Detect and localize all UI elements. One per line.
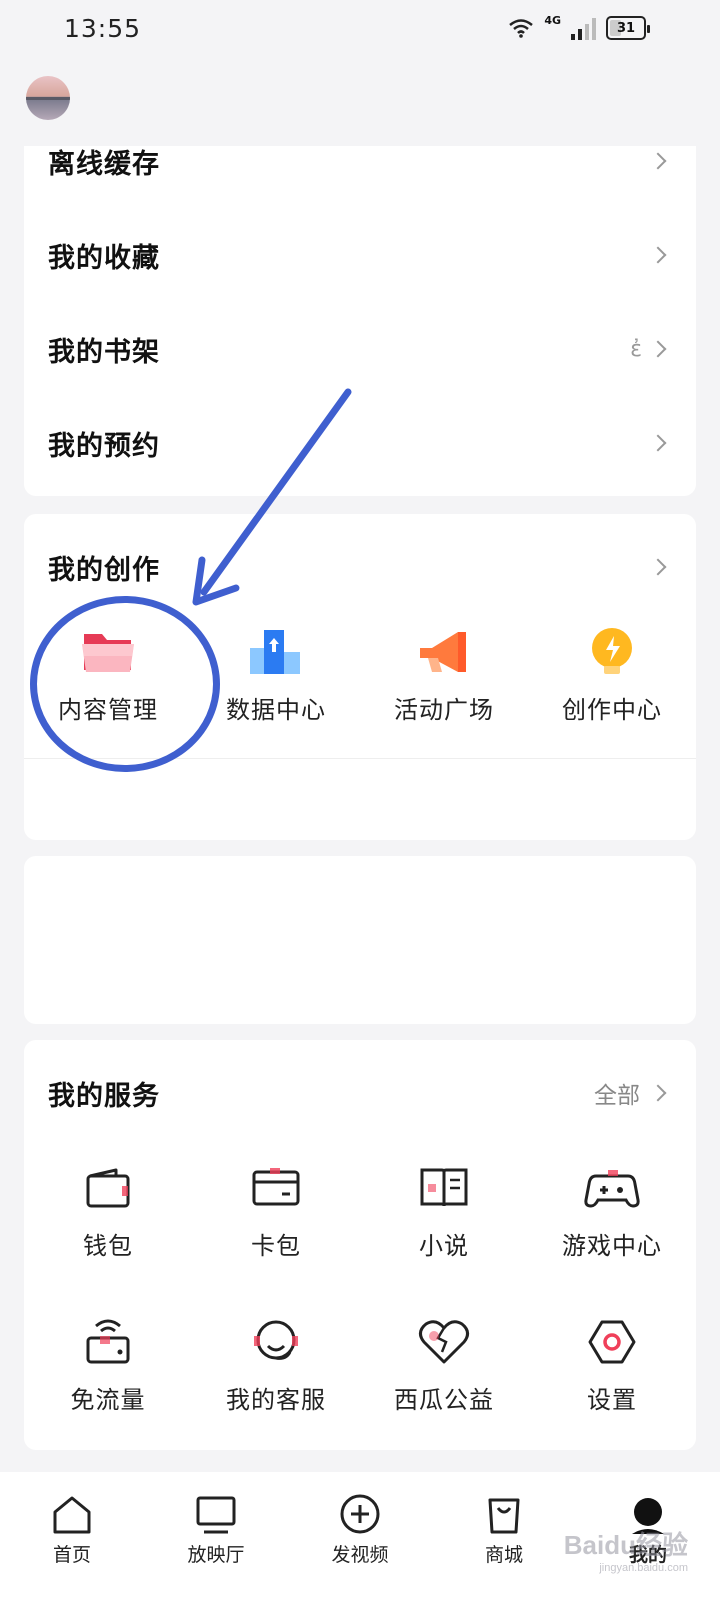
- grid-item-label: 小说: [419, 1232, 469, 1260]
- status-bar: 13:55 4G 31: [0, 0, 720, 56]
- shopping-bag-icon: [488, 1498, 520, 1534]
- services-grid-row-1: 钱包 卡包 小说 游戏中心: [24, 1158, 696, 1261]
- tab-label: 放映厅: [187, 1544, 245, 1566]
- service-item-card-pack[interactable]: 卡包: [192, 1158, 360, 1261]
- tab-label: 首页: [52, 1544, 91, 1566]
- network-type: 4G: [544, 14, 561, 27]
- chevron-right-icon: [649, 152, 667, 170]
- menu-item-extra: ἐ: [630, 336, 642, 362]
- grid-item-label: 免流量: [70, 1386, 146, 1414]
- plus-circle-icon: [340, 1494, 380, 1534]
- tab-post-video[interactable]: 发视频: [288, 1492, 432, 1567]
- chevron-right-icon: [649, 340, 667, 358]
- grid-item-label: 西瓜公益: [394, 1386, 494, 1414]
- service-item-wallet[interactable]: 钱包: [24, 1158, 192, 1261]
- card-icon: [252, 1168, 300, 1206]
- tab-label: 商城: [484, 1544, 523, 1566]
- battery-icon: 31: [606, 16, 650, 40]
- grid-item-label: 数据中心: [226, 696, 326, 724]
- service-item-settings[interactable]: 设置: [528, 1312, 696, 1415]
- book-icon: [420, 1168, 468, 1207]
- services-card: 我的服务 全部 钱包 卡包 小说 游戏中心 免流量 我的客服 西瓜公益 设置: [24, 1040, 696, 1450]
- chevron-right-icon: [649, 246, 667, 264]
- menu-item-bookshelf[interactable]: 我的书架 ἐ: [24, 302, 696, 396]
- services-more-link[interactable]: 全部: [594, 1076, 640, 1110]
- megaphone-icon: [420, 632, 466, 672]
- grid-item-label: 游戏中心: [562, 1232, 662, 1260]
- menu-item-label: 我的书架: [48, 336, 160, 368]
- menu-list-card: 离线缓存 我的收藏 我的书架 ἐ 我的预约: [24, 146, 696, 496]
- free-data-icon: [86, 1319, 130, 1364]
- annotation-circle: [30, 596, 220, 772]
- service-item-novel[interactable]: 小说: [360, 1158, 528, 1261]
- home-icon: [53, 1496, 91, 1534]
- grid-item-label: 设置: [587, 1386, 637, 1414]
- grid-item-label: 活动广场: [394, 696, 494, 724]
- service-item-free-data[interactable]: 免流量: [24, 1312, 192, 1415]
- watermark-logo: Baidu经验 jingyan.baidu.com: [564, 1525, 688, 1574]
- creation-item-activity-plaza[interactable]: 活动广场: [360, 622, 528, 725]
- grid-item-label: 钱包: [83, 1232, 133, 1260]
- grid-item-label: 创作中心: [562, 696, 662, 724]
- signal-icon: [571, 16, 596, 40]
- data-chart-icon: [250, 630, 300, 674]
- grid-item-label: 我的客服: [226, 1386, 326, 1414]
- chevron-right-icon: [649, 434, 667, 452]
- creation-item-creator-center[interactable]: 创作中心: [528, 622, 696, 725]
- section-title: 我的服务: [48, 1080, 160, 1112]
- menu-item-label: 我的收藏: [48, 242, 160, 274]
- chevron-right-icon[interactable]: [649, 1084, 667, 1102]
- menu-item-reservations[interactable]: 我的预约: [24, 396, 696, 490]
- menu-item-label: 离线缓存: [48, 148, 160, 180]
- menu-item-label: 我的预约: [48, 430, 160, 462]
- section-title: 我的创作: [48, 554, 160, 586]
- banner-card: [24, 856, 696, 1024]
- status-time: 13:55: [64, 13, 142, 43]
- service-item-game-center[interactable]: 游戏中心: [528, 1158, 696, 1261]
- tab-label: 发视频: [331, 1544, 389, 1566]
- gamepad-icon: [584, 1170, 640, 1208]
- lightbulb-icon: [592, 628, 632, 674]
- grid-item-label: 卡包: [251, 1232, 301, 1260]
- services-header: 我的服务 全部: [24, 1046, 696, 1140]
- tab-mall[interactable]: 商城: [432, 1492, 576, 1567]
- menu-item-favorites[interactable]: 我的收藏: [24, 208, 696, 302]
- heart-icon: [419, 1320, 469, 1364]
- menu-item-offline-cache[interactable]: 离线缓存: [24, 114, 696, 208]
- services-grid-row-2: 免流量 我的客服 西瓜公益 设置: [24, 1312, 696, 1415]
- battery-level: 31: [616, 20, 636, 36]
- tab-theater[interactable]: 放映厅: [144, 1492, 288, 1567]
- headset-icon: [254, 1320, 298, 1360]
- tv-icon: [196, 1496, 236, 1534]
- service-item-customer-service[interactable]: 我的客服: [192, 1312, 360, 1415]
- watermark-text: Baidu经验: [563, 1530, 688, 1560]
- watermark-sub: jingyan.baidu.com: [599, 1562, 688, 1574]
- wallet-icon: [86, 1168, 130, 1208]
- tab-home[interactable]: 首页: [0, 1492, 144, 1567]
- chevron-right-icon: [649, 558, 667, 576]
- settings-hex-icon: [588, 1320, 636, 1364]
- wifi-icon: [509, 19, 534, 38]
- status-icons: 4G 31: [508, 14, 650, 40]
- service-item-charity[interactable]: 西瓜公益: [360, 1312, 528, 1415]
